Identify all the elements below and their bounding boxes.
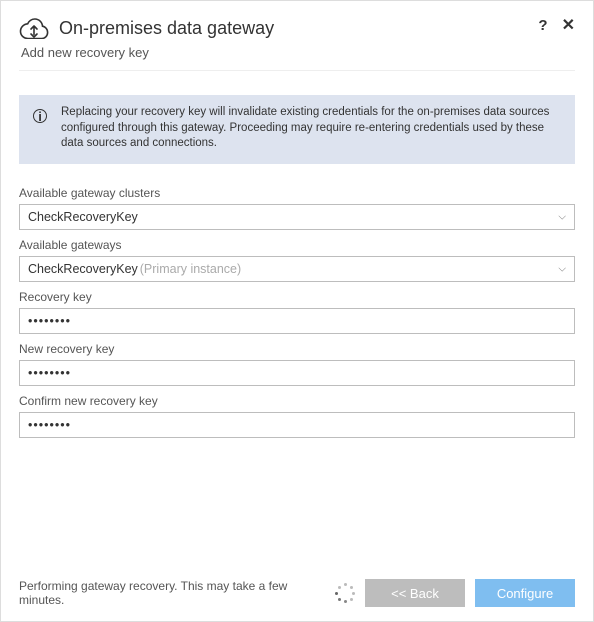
info-icon: i — [33, 109, 47, 123]
chevron-down-icon: ⌵ — [558, 211, 566, 222]
new-recovery-key-input[interactable] — [19, 360, 575, 386]
confirm-recovery-key-label: Confirm new recovery key — [19, 394, 575, 408]
recovery-key-label: Recovery key — [19, 290, 575, 304]
gateways-select-hint: (Primary instance) — [140, 262, 241, 276]
clusters-select-value: CheckRecoveryKey — [28, 210, 138, 224]
status-text: Performing gateway recovery. This may ta… — [19, 579, 325, 607]
footer: Performing gateway recovery. This may ta… — [19, 579, 575, 607]
close-icon[interactable]: ✕ — [562, 15, 575, 35]
divider — [19, 70, 575, 71]
new-recovery-key-label: New recovery key — [19, 342, 575, 356]
cloud-gateway-icon — [19, 17, 49, 39]
info-banner: i Replacing your recovery key will inval… — [19, 95, 575, 164]
window-title: On-premises data gateway — [59, 18, 528, 39]
chevron-down-icon: ⌵ — [558, 263, 566, 274]
gateways-label: Available gateways — [19, 238, 575, 252]
titlebar: On-premises data gateway ? ✕ — [19, 17, 575, 39]
confirm-recovery-key-input[interactable] — [19, 412, 575, 438]
recovery-key-input[interactable] — [19, 308, 575, 334]
loading-spinner-icon — [335, 583, 355, 603]
help-icon[interactable]: ? — [538, 17, 547, 34]
configure-button[interactable]: Configure — [475, 579, 575, 607]
gateway-recovery-window: On-premises data gateway ? ✕ Add new rec… — [0, 0, 594, 622]
info-banner-text: Replacing your recovery key will invalid… — [61, 105, 561, 152]
gateways-select-value: CheckRecoveryKey — [28, 262, 138, 276]
page-subtitle: Add new recovery key — [21, 45, 575, 60]
clusters-select[interactable]: CheckRecoveryKey ⌵ — [19, 204, 575, 230]
clusters-label: Available gateway clusters — [19, 186, 575, 200]
gateways-select[interactable]: CheckRecoveryKey (Primary instance) ⌵ — [19, 256, 575, 282]
back-button[interactable]: << Back — [365, 579, 465, 607]
